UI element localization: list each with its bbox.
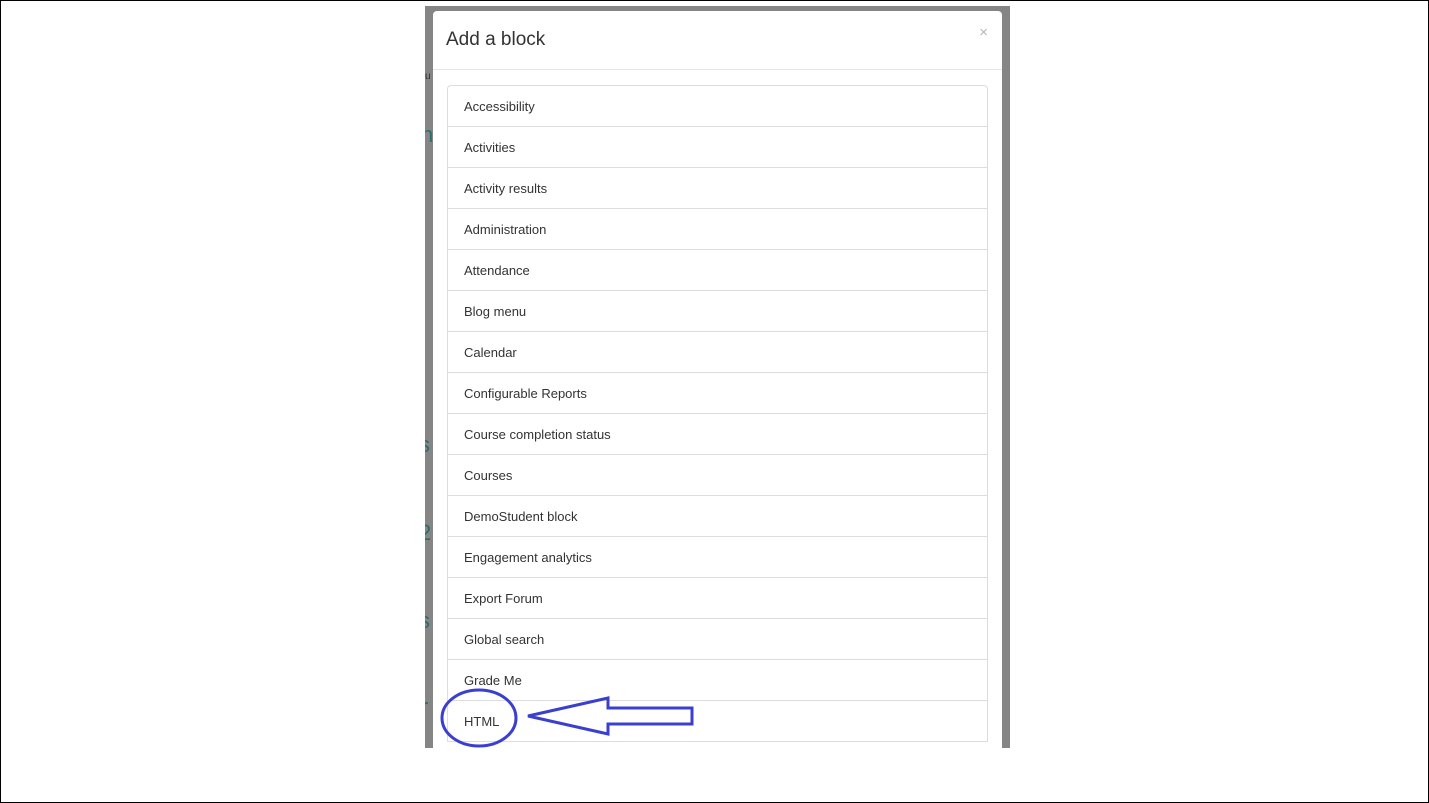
block-option[interactable]: Calendar bbox=[448, 332, 987, 373]
background-text-fragment: s bbox=[425, 434, 430, 456]
block-option[interactable]: Engagement analytics bbox=[448, 537, 987, 578]
background-text-fragment: r bbox=[425, 696, 428, 718]
block-option[interactable]: Activity results bbox=[448, 168, 987, 209]
block-option[interactable]: DemoStudent block bbox=[448, 496, 987, 537]
block-list: Accessibility Activities Activity results A… bbox=[447, 85, 988, 742]
close-icon[interactable]: × bbox=[979, 25, 988, 40]
block-option[interactable]: Blog menu bbox=[448, 291, 987, 332]
block-option[interactable]: Activities bbox=[448, 127, 987, 168]
block-option[interactable]: Attendance bbox=[448, 250, 987, 291]
block-option[interactable]: HTML bbox=[448, 701, 987, 742]
background-text-fragment: n bbox=[425, 122, 434, 147]
block-option[interactable]: Export Forum bbox=[448, 578, 987, 619]
block-option[interactable]: Configurable Reports bbox=[448, 373, 987, 414]
block-option[interactable]: Grade Me bbox=[448, 660, 987, 701]
modal-title: Add a block bbox=[446, 29, 546, 50]
block-option[interactable]: Administration bbox=[448, 209, 987, 250]
block-option[interactable]: Global search bbox=[448, 619, 987, 660]
block-option[interactable]: Accessibility bbox=[448, 86, 987, 127]
background-text-fragment: s bbox=[425, 610, 430, 632]
block-option[interactable]: Courses bbox=[448, 455, 987, 496]
modal-header: Add a block × bbox=[433, 11, 1002, 70]
background-text-fragment: 2 bbox=[425, 520, 432, 545]
add-block-dialog: Add a block × Accessibility Activities Act… bbox=[433, 11, 1002, 748]
background-text-fragment: u bbox=[425, 71, 431, 82]
block-option[interactable]: Course completion status bbox=[448, 414, 987, 455]
